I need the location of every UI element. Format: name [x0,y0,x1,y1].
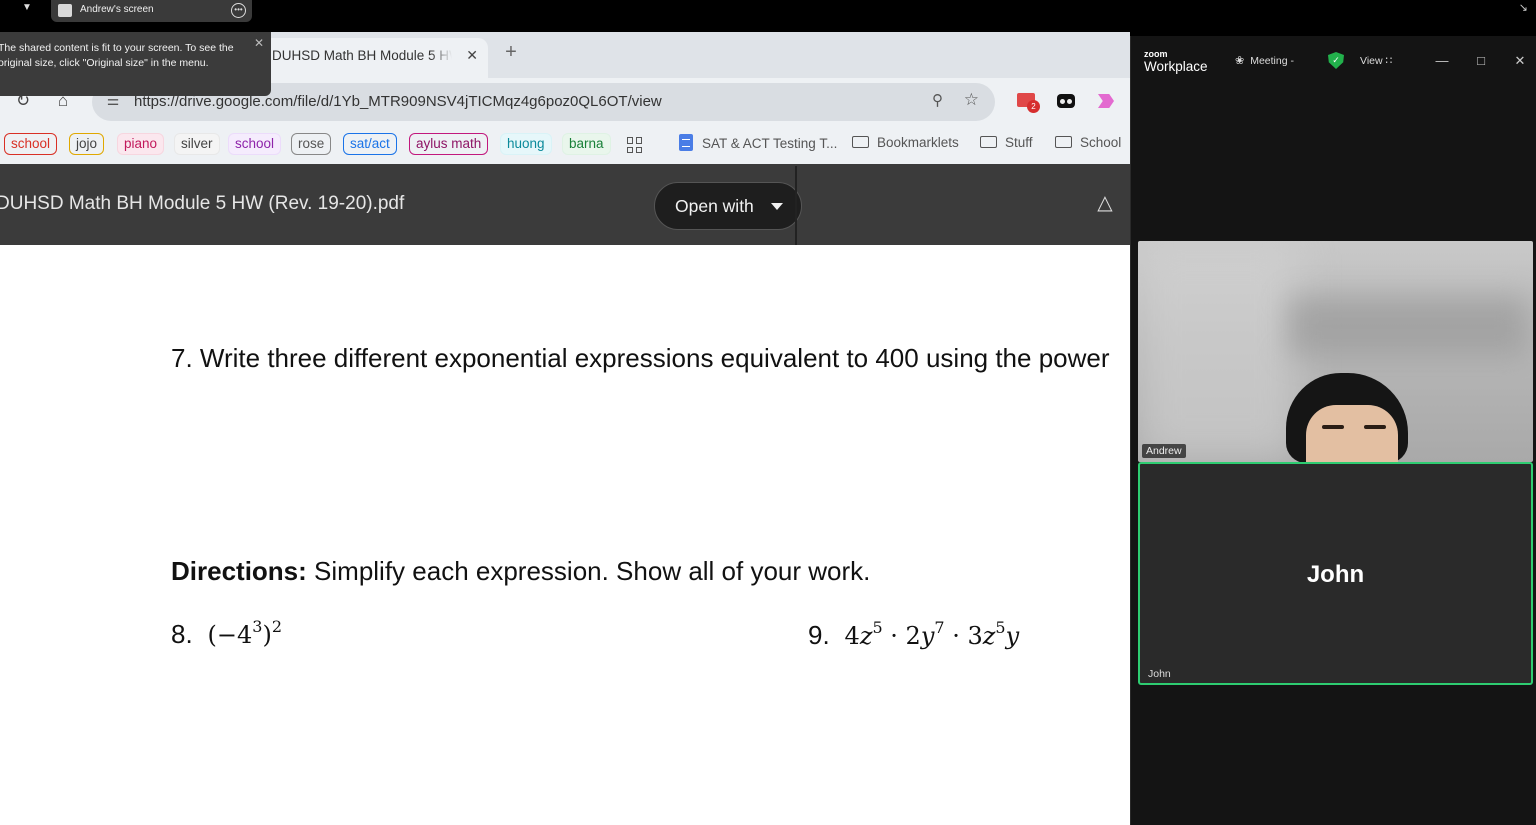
bookmark-chip[interactable]: jojo [69,133,105,155]
grid-icon: ∷ [1385,55,1393,67]
video-tile-andrew[interactable]: Andrew [1138,241,1533,462]
new-tab-button[interactable]: + [500,42,522,64]
meeting-info-button[interactable]: ❀ Meeting - [1235,54,1294,67]
file-name: DUHSD Math BH Module 5 HW (Rev. 19-20).p… [0,193,405,214]
screen-share-icon [58,4,72,17]
directions-label: Directions: [171,556,307,586]
bookmark-folder[interactable]: Stuff [980,135,1033,150]
bookmark-chip[interactable]: huong [500,133,552,155]
bookmark-chip[interactable]: rose [291,133,332,155]
share-title: Andrew's screen [80,4,154,15]
open-with-label: Open with [675,196,754,216]
exit-fullscreen-icon[interactable]: ↘ [1519,1,1528,14]
bookmark-chip[interactable]: barna [562,133,611,155]
zoom-panel: zoom Workplace ❀ Meeting - ✓ View ∷ — □ ✕… [1130,36,1536,825]
caret-down-icon [771,203,783,210]
close-tab-icon[interactable]: ✕ [466,47,478,64]
add-to-drive-icon[interactable]: △ [1092,190,1118,216]
shared-browser-window: DUHSD Math BH Module 5 HW ✕ + The shared… [0,32,1130,825]
bookmark-folder[interactable]: Bookmarklets [852,135,959,150]
pink-extension-icon[interactable] [1095,90,1119,114]
bookmark-chip[interactable]: aylus math [409,133,489,155]
participant-name-label: Andrew [1142,444,1186,458]
question-8: 8. (−43)2 [171,617,282,650]
tab-title: DUHSD Math BH Module 5 HW [272,48,452,63]
participant-video [1286,373,1408,462]
mail-extension-icon[interactable]: 2 [1015,90,1040,114]
apps-grid-icon[interactable] [627,137,643,153]
drive-viewer-header: DUHSD Math BH Module 5 HW (Rev. 19-20).p… [0,164,1130,245]
bookmark-doc[interactable]: SAT & ACT Testing T... [679,134,837,151]
bookmark-chip[interactable]: sat/act [343,133,397,155]
participant-name-label: John [1148,668,1171,680]
bookmark-folder[interactable]: School [1055,135,1121,150]
view-button[interactable]: View ∷ [1360,55,1392,67]
pdf-page: 7. Write three different exponential exp… [0,245,1130,825]
toast-message: The shared content is fit to your screen… [0,42,234,69]
maximize-icon[interactable]: □ [1472,52,1490,70]
question-8-number: 8. [171,619,193,649]
bookmark-chip[interactable]: silver [174,133,220,155]
bookmarks-bar: school jojo piano silver school rose sat… [0,126,1130,164]
close-icon[interactable]: ✕ [1511,52,1529,70]
share-title-pill[interactable]: Andrew's screen ••• [51,0,252,22]
bookmark-chip[interactable]: school [4,133,58,155]
incognito-extension-icon[interactable] [1055,90,1079,114]
question-8-expression: (−43)2 [199,617,283,649]
fit-to-screen-toast: The shared content is fit to your screen… [0,32,271,96]
more-options-icon[interactable]: ••• [231,3,246,18]
open-with-button[interactable]: Open with [654,182,802,230]
question-7: 7. Write three different exponential exp… [171,343,1110,373]
question-9-expression: 4z5 · 2y7 · 3z5y [836,618,1020,650]
paw-icon: ❀ [1235,55,1245,67]
zoom-share-bar: ▼ Andrew's screen ••• ↘ [0,0,1536,32]
participant-name-display: John [1306,561,1365,588]
bookmark-star-icon[interactable]: ☆ [964,90,979,110]
security-shield-icon[interactable]: ✓ [1328,52,1344,69]
zoom-logo: zoom Workplace [1144,49,1208,75]
folder-icon [852,136,869,148]
minimize-icon[interactable]: — [1433,52,1451,70]
tab-drive-pdf[interactable]: DUHSD Math BH Module 5 HW ✕ [236,38,488,78]
folder-icon [980,136,997,148]
screen: ▼ Andrew's screen ••• ↘ DUHSD Math BH Mo… [0,0,1536,825]
bookmark-chip[interactable]: school [228,133,282,155]
chevron-down-icon[interactable]: ▼ [16,2,38,18]
directions-text: Simplify each expression. Show all of yo… [306,556,871,586]
directions: Directions: Simplify each expression. Sh… [171,556,870,587]
mail-badge: 2 [1027,100,1040,113]
folder-icon [1055,136,1072,148]
docs-icon [679,134,693,151]
question-9: 9. 4z5 · 2y7 · 3z5y [808,618,1019,651]
close-icon[interactable]: ✕ [254,36,264,50]
zoom-icon[interactable]: ⚲ [932,91,943,109]
video-tile-john[interactable]: John John [1138,462,1533,685]
bookmark-chip[interactable]: piano [117,133,165,155]
question-9-number: 9. [808,620,830,650]
